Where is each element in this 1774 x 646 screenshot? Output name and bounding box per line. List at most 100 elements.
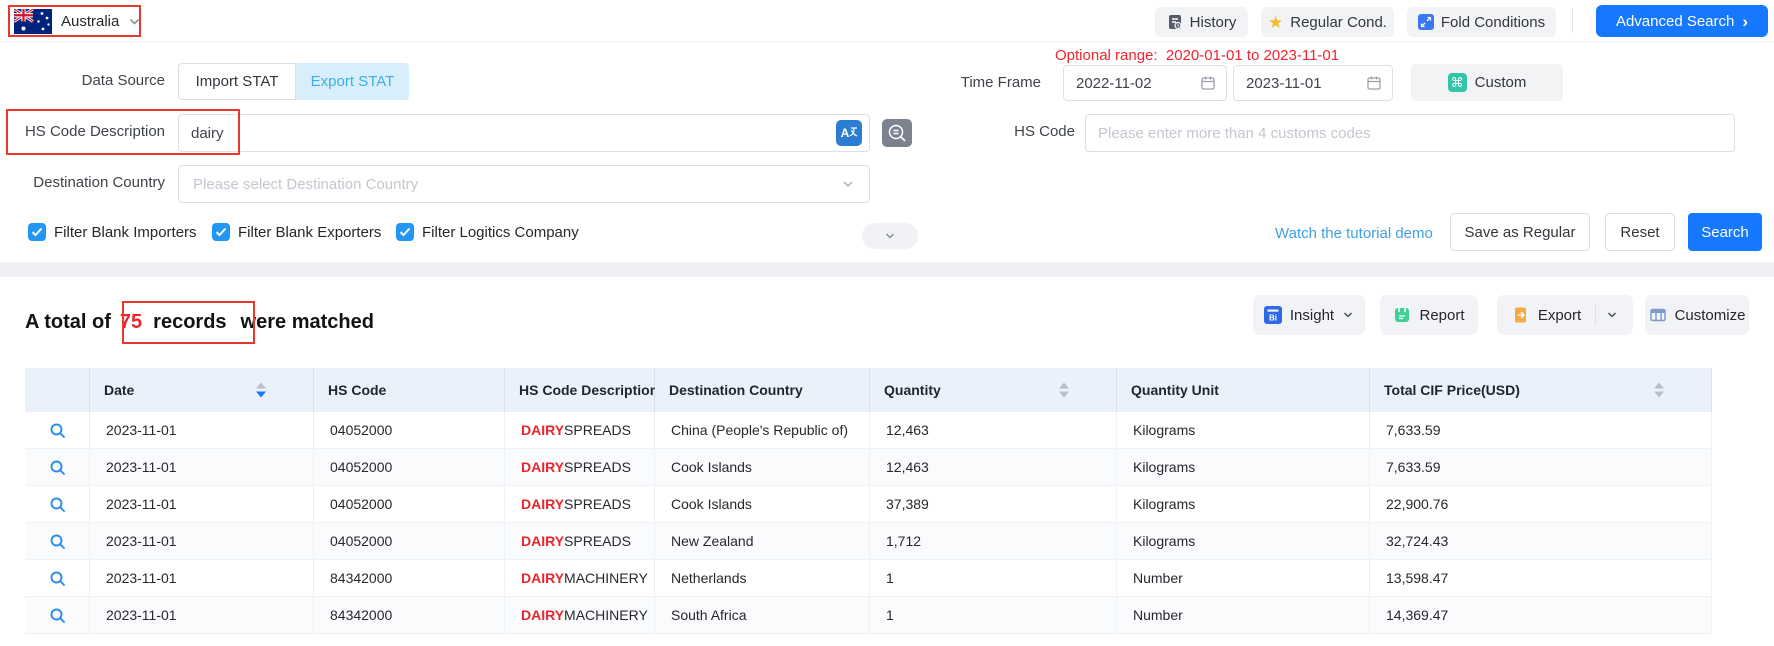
regular-cond-button[interactable]: ★ Regular Cond. [1261, 7, 1394, 37]
save-as-regular-button[interactable]: Save as Regular [1450, 213, 1590, 251]
history-button[interactable]: History [1155, 7, 1248, 37]
chevron-down-icon [128, 15, 141, 28]
cell-quantity-unit: Kilograms [1117, 412, 1370, 449]
cell-total-cif-price: 7,633.59 [1370, 412, 1712, 449]
insight-button[interactable]: Bi Insight [1253, 295, 1365, 335]
summary-records: records [153, 311, 226, 334]
cell-hs-code: 04052000 [314, 449, 505, 486]
export-button-divider [1595, 305, 1596, 325]
trade-data-search-page: Australia History ★ Regular Cond. Fold C… [0, 0, 1774, 646]
column-header-total-cif-price-usd-[interactable]: Total CIF Price(USD) [1370, 368, 1712, 412]
checkbox-checked-icon [212, 223, 230, 241]
report-button[interactable]: Report [1380, 295, 1478, 335]
cell-quantity-unit: Kilograms [1117, 486, 1370, 523]
command-icon: ⌘ [1448, 73, 1467, 92]
cell-empty [1712, 597, 1774, 634]
cell-quantity-unit: Number [1117, 560, 1370, 597]
date-start-input[interactable]: 2022-11-02 [1063, 65, 1227, 101]
cell-empty [1712, 449, 1774, 486]
cell-quantity-unit: Number [1117, 597, 1370, 634]
filter-checkbox-item[interactable]: Filter Logitics Company [396, 223, 579, 241]
table-row: 2023-11-01 84342000 DAIRY MACHINERY Sout… [25, 597, 1774, 634]
cell-hs-description: DAIRY SPREADS [505, 412, 655, 449]
cell-hs-description: DAIRY MACHINERY [505, 560, 655, 597]
tab-import-stat[interactable]: Import STAT [178, 63, 296, 100]
cell-total-cif-price: 32,724.43 [1370, 523, 1712, 560]
advanced-search-button[interactable]: Advanced Search › [1596, 5, 1768, 37]
column-header-date[interactable]: Date [90, 368, 314, 412]
chevron-down-icon[interactable] [1606, 309, 1618, 321]
destination-country-label: Destination Country [0, 174, 165, 191]
export-button[interactable]: Export [1497, 295, 1633, 335]
cell-date: 2023-11-01 [90, 560, 314, 597]
table-row: 2023-11-01 04052000 DAIRY SPREADS Cook I… [25, 449, 1774, 486]
cell-hs-description: DAIRY MACHINERY [505, 597, 655, 634]
summary-suffix: were matched [241, 311, 374, 334]
column-header-quantity[interactable]: Quantity [870, 368, 1117, 412]
cell-total-cif-price: 22,900.76 [1370, 486, 1712, 523]
insight-icon: Bi [1264, 306, 1282, 324]
customize-label: Customize [1675, 307, 1746, 324]
column-header-hs-code-description: HS Code Description [505, 368, 655, 412]
australia-flag-icon [14, 9, 52, 34]
cell-hs-code: 84342000 [314, 597, 505, 634]
cell-destination-country: China (People's Republic of) [655, 412, 870, 449]
row-detail-magnifier-icon[interactable] [49, 422, 66, 439]
cell-destination-country: Cook Islands [655, 486, 870, 523]
arrow-right-icon: › [1742, 13, 1748, 30]
date-end-input[interactable]: 2023-11-01 [1233, 65, 1393, 101]
report-icon [1393, 306, 1411, 324]
sort-carets-icon[interactable] [256, 383, 266, 398]
row-detail-magnifier-icon[interactable] [49, 459, 66, 476]
destination-country-select[interactable]: Please select Destination Country [178, 165, 870, 203]
cell-quantity: 12,463 [870, 412, 1117, 449]
table-row: 2023-11-01 04052000 DAIRY SPREADS Cook I… [25, 486, 1774, 523]
cell-hs-code: 84342000 [314, 560, 505, 597]
hs-description-input[interactable] [178, 114, 870, 152]
filter-label: Filter Blank Importers [54, 224, 197, 241]
column-header-quantity-unit: Quantity Unit [1117, 368, 1370, 412]
tutorial-demo-link[interactable]: Watch the tutorial demo [1275, 225, 1433, 242]
column-header-destination-country: Destination Country [655, 368, 870, 412]
sort-carets-icon[interactable] [1654, 383, 1664, 398]
chevron-down-icon [841, 177, 855, 191]
cell-hs-code: 04052000 [314, 412, 505, 449]
translate-icon[interactable]: A [836, 120, 862, 146]
fold-conditions-button[interactable]: Fold Conditions [1407, 7, 1556, 37]
cell-destination-country: Cook Islands [655, 449, 870, 486]
sort-carets-icon[interactable] [1059, 383, 1069, 398]
cell-date: 2023-11-01 [90, 412, 314, 449]
cell-date: 2023-11-01 [90, 597, 314, 634]
customize-button[interactable]: Customize [1645, 295, 1749, 335]
tab-export-stat[interactable]: Export STAT [296, 63, 409, 100]
date-end-value: 2023-11-01 [1246, 75, 1322, 92]
time-frame-label: Time Frame [876, 74, 1041, 91]
fold-conditions-icon [1418, 14, 1434, 30]
summary-prefix: A total of [25, 311, 111, 334]
cell-date: 2023-11-01 [90, 486, 314, 523]
table-header: DateHS CodeHS Code DescriptionDestinatio… [25, 368, 1774, 412]
collapse-conditions-button[interactable] [862, 223, 918, 249]
exclude-search-icon[interactable] [882, 119, 912, 147]
cell-destination-country: Netherlands [655, 560, 870, 597]
cell-quantity: 37,389 [870, 486, 1117, 523]
filter-checkbox-item[interactable]: Filter Blank Importers [28, 223, 197, 241]
cell-quantity-unit: Kilograms [1117, 449, 1370, 486]
reset-button[interactable]: Reset [1605, 213, 1675, 251]
filter-checkbox-item[interactable]: Filter Blank Exporters [212, 223, 381, 241]
row-detail-magnifier-icon[interactable] [49, 607, 66, 624]
custom-range-button[interactable]: ⌘ Custom [1411, 64, 1563, 101]
row-detail-magnifier-icon[interactable] [49, 533, 66, 550]
row-detail-magnifier-icon[interactable] [49, 570, 66, 587]
advanced-search-label: Advanced Search [1616, 13, 1734, 30]
row-detail-magnifier-icon[interactable] [49, 496, 66, 513]
country-name: Australia [61, 13, 119, 30]
country-switcher[interactable]: Australia [14, 7, 141, 35]
hs-code-input[interactable] [1085, 114, 1735, 152]
table-body: 2023-11-01 04052000 DAIRY SPREADS China … [25, 412, 1774, 634]
insight-label: Insight [1290, 307, 1334, 324]
summary-count: 75 [120, 311, 142, 334]
cell-hs-description: DAIRY SPREADS [505, 449, 655, 486]
search-button[interactable]: Search [1688, 213, 1762, 251]
cell-destination-country: South Africa [655, 597, 870, 634]
